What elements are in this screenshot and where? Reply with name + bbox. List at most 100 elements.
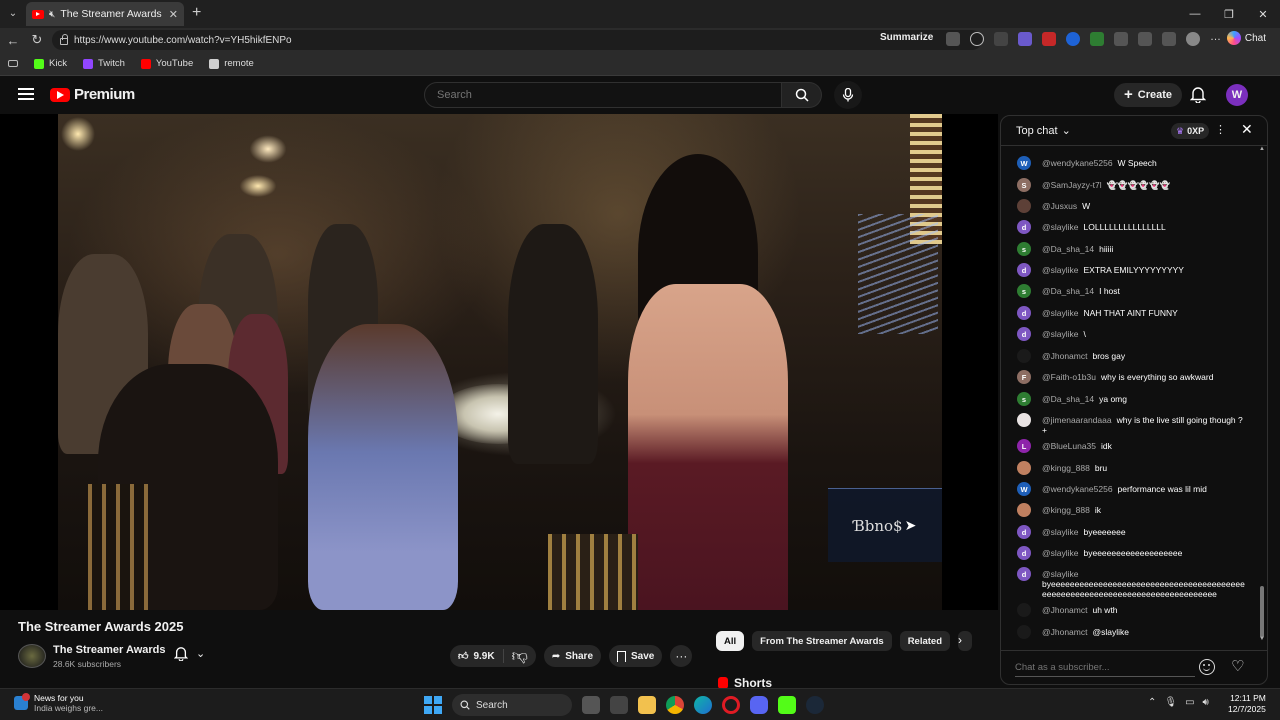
chat-scroll-thumb[interactable]	[1260, 586, 1264, 638]
chat-author-avatar[interactable]: s	[1017, 284, 1031, 298]
profile-icon[interactable]	[1186, 32, 1200, 46]
extension-green-icon[interactable]	[1090, 32, 1104, 46]
chrome-icon[interactable]	[666, 696, 684, 714]
collections-icon[interactable]	[1138, 32, 1152, 46]
chat-author-name[interactable]: @wendykane5256	[1042, 158, 1113, 168]
chat-author-name[interactable]: @kingg_888	[1042, 463, 1090, 473]
chip-from-channel[interactable]: From The Streamer Awards	[752, 631, 892, 651]
chat-author-avatar[interactable]: s	[1017, 242, 1031, 256]
like-button[interactable]: 👍︎ 9.9K	[450, 649, 504, 663]
close-window-icon[interactable]: ✕	[1246, 0, 1280, 28]
windows-start-icon[interactable]	[424, 696, 442, 714]
opera-icon[interactable]	[722, 696, 740, 714]
chat-message[interactable]: d @slaylike EXTRA EMILYYYYYYYYY	[1017, 263, 1245, 277]
search-button[interactable]	[782, 82, 822, 108]
chat-message[interactable]: S @SamJayzy-t7l 👻👻👻👻👻👻	[1017, 178, 1245, 192]
chat-author-avatar[interactable]: S	[1017, 178, 1031, 192]
chat-message[interactable]: d @slaylike LOLLLLLLLLLLLLLLL	[1017, 220, 1245, 234]
taskbar-clock[interactable]: 12:11 PM 12/7/2025	[1228, 693, 1266, 715]
account-avatar[interactable]: W	[1226, 84, 1248, 106]
chat-message[interactable]: @kingg_888 bru	[1017, 461, 1245, 475]
bookmark-twitch[interactable]: Twitch	[82, 58, 125, 69]
chat-message[interactable]: d @slaylike \	[1017, 327, 1245, 341]
bookmarks-toggle-icon[interactable]	[8, 60, 18, 67]
chat-author-name[interactable]: @slaylike	[1042, 548, 1079, 558]
chat-message[interactable]: @Jhonamct bros gay	[1017, 349, 1245, 363]
chat-author-avatar[interactable]: W	[1017, 156, 1031, 170]
chat-author-name[interactable]: @Da_sha_14	[1042, 286, 1094, 296]
scroll-up-arrow-icon[interactable]: ▲	[1259, 146, 1265, 152]
chip-all[interactable]: All	[716, 631, 745, 651]
copilot-chat-button[interactable]: Chat	[1226, 31, 1266, 45]
guide-menu-icon[interactable]	[18, 88, 34, 100]
voice-search-button[interactable]	[834, 81, 862, 109]
chat-author-avatar[interactable]: F	[1017, 370, 1031, 384]
chip-related[interactable]: Related	[899, 631, 951, 651]
maximize-icon[interactable]: ❐	[1212, 0, 1246, 28]
chat-more-icon[interactable]: ⋮	[1215, 123, 1226, 136]
chat-message[interactable]: d @slaylike byeeeeeeeeeeeeeeeeeee	[1017, 546, 1245, 560]
mute-tab-icon[interactable]: 🔇︎	[49, 9, 55, 20]
new-tab-button[interactable]: +	[192, 4, 201, 22]
chat-author-avatar[interactable]: d	[1017, 525, 1031, 539]
chat-message[interactable]: @jimenaarandaaa why is the live still goi…	[1017, 413, 1245, 435]
chat-message[interactable]: @Jhonamct @slaylike	[1017, 625, 1245, 639]
browser-tab-active[interactable]: 🔇︎ The Streamer Awards 2025 - YouTube ✕	[26, 2, 184, 26]
bookmark-kick[interactable]: Kick	[34, 58, 67, 69]
scroll-down-arrow-icon[interactable]: ▼	[1259, 636, 1265, 642]
extensions-puzzle-icon[interactable]	[1114, 32, 1128, 46]
channel-avatar[interactable]	[18, 644, 46, 668]
bookmark-youtube[interactable]: YouTube	[140, 58, 193, 69]
favorite-star-icon[interactable]	[970, 32, 984, 46]
chat-author-avatar[interactable]: d	[1017, 567, 1031, 581]
create-button[interactable]: + Create	[1114, 83, 1182, 107]
extension-grid-icon[interactable]	[994, 32, 1008, 46]
chat-message[interactable]: d @slaylike byeeeeeee	[1017, 525, 1245, 539]
chat-author-name[interactable]: @slaylike	[1042, 308, 1079, 318]
chat-message[interactable]: @Jhonamct uh wth	[1017, 603, 1245, 617]
chat-author-avatar[interactable]: d	[1017, 263, 1031, 277]
reload-icon[interactable]: ↻	[28, 31, 46, 49]
chat-author-name[interactable]: @slaylike	[1042, 265, 1079, 275]
chat-author-avatar[interactable]	[1017, 199, 1031, 213]
chat-author-avatar[interactable]: L	[1017, 439, 1031, 453]
news-widget[interactable]: News for you India weighs gre...	[14, 693, 103, 713]
task-view-icon[interactable]	[582, 696, 600, 714]
video-player[interactable]: Ɓbno$ ➤	[0, 114, 998, 610]
chat-author-avatar[interactable]: d	[1017, 220, 1031, 234]
microphone-tray-icon[interactable]: 🎙︎	[1164, 697, 1177, 708]
chat-author-avatar[interactable]: d	[1017, 327, 1031, 341]
browser-menu-icon[interactable]: …	[1210, 32, 1224, 46]
more-actions-button[interactable]: ···	[670, 645, 693, 667]
subscription-notification-button[interactable]: ⌄	[174, 646, 205, 661]
chat-close-icon[interactable]: ✕	[1241, 121, 1253, 138]
bookmark-remote[interactable]: remote	[209, 58, 254, 69]
chat-author-name[interactable]: @slaylike	[1042, 329, 1079, 339]
summarize-button[interactable]: Summarize	[880, 32, 933, 43]
chat-author-name[interactable]: @BlueLuna35	[1042, 441, 1096, 451]
chat-author-name[interactable]: @jimenaarandaaa	[1042, 415, 1112, 425]
chat-author-name[interactable]: @SamJayzy-t7l	[1042, 180, 1102, 190]
chat-author-avatar[interactable]: s	[1017, 392, 1031, 406]
extension-purple-icon[interactable]	[1018, 32, 1032, 46]
reader-mode-icon[interactable]	[946, 32, 960, 46]
chat-author-name[interactable]: @Jhonamct	[1042, 605, 1087, 615]
chat-message-input[interactable]	[1015, 659, 1195, 677]
favorites-icon[interactable]	[1162, 32, 1176, 46]
tab-close-icon[interactable]: ✕	[169, 8, 178, 21]
chat-author-avatar[interactable]	[1017, 503, 1031, 517]
chat-message[interactable]: d @slaylike NAH THAT AINT FUNNY	[1017, 306, 1245, 320]
youtube-premium-logo[interactable]: Premium	[50, 86, 135, 103]
chat-scrollbar[interactable]: ▲ ▼	[1259, 146, 1265, 646]
file-explorer-icon[interactable]	[638, 696, 656, 714]
xp-badge[interactable]: ♛ 0XP	[1171, 123, 1210, 139]
discord-icon[interactable]	[750, 696, 768, 714]
chat-message[interactable]: @kingg_888 ik	[1017, 503, 1245, 517]
url-field[interactable]: https://www.youtube.com/watch?v=YH5hikfE…	[52, 30, 982, 50]
dislike-button[interactable]: 👎︎	[504, 647, 536, 666]
chat-message-list[interactable]: W @wendykane5256 W Speech S @SamJayzy-t7l 👻👻👻…	[1001, 147, 1257, 647]
notifications-bell-icon[interactable]	[1189, 86, 1207, 108]
site-info-icon[interactable]	[60, 34, 68, 45]
search-input[interactable]	[424, 82, 782, 108]
kick-app-icon[interactable]	[778, 696, 796, 714]
